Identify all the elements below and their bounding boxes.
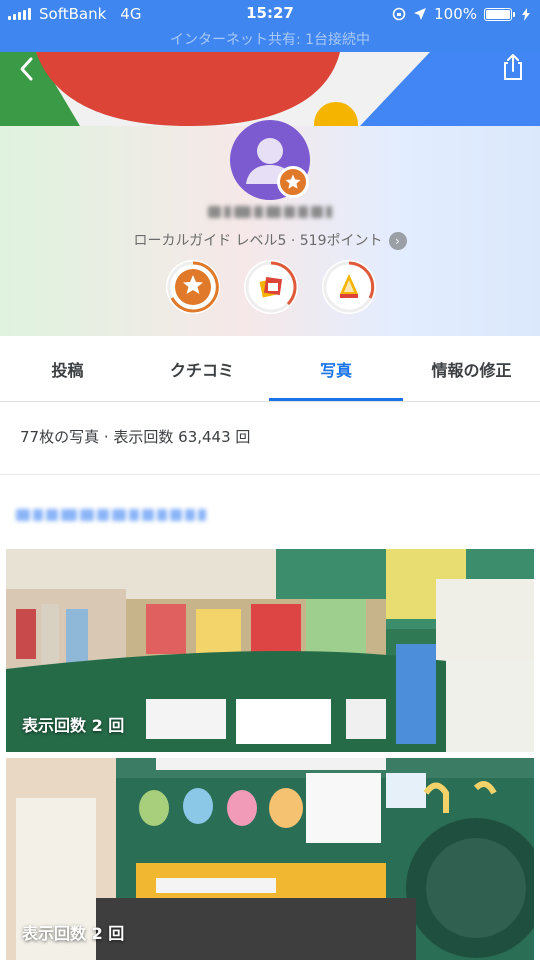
status-right: 100% (392, 5, 530, 23)
tab-posts[interactable]: 投稿 (0, 336, 135, 402)
local-guide-level[interactable]: ローカルガイド レベル5 · 519ポイント › (0, 230, 540, 250)
battery-icon (484, 7, 512, 21)
back-icon[interactable] (14, 56, 40, 82)
chevron-right-icon[interactable]: › (388, 232, 407, 250)
star-badge-icon (277, 166, 309, 198)
photo-card[interactable]: 表示回数 2 回 (6, 758, 534, 960)
profile-header: ローカルガイド レベル5 · 519ポイント › (0, 52, 540, 336)
photo-card[interactable]: 表示回数 2 回 (6, 549, 534, 752)
place-name-blurred[interactable] (16, 506, 206, 524)
tab-reviews[interactable]: クチコミ (135, 336, 269, 402)
photos-summary: 77枚の写真 · 表示回数 63,443 回 (20, 428, 251, 446)
hotspot-banner[interactable]: インターネット共有: 1台接続中 (0, 29, 540, 49)
badges-row (0, 260, 540, 314)
charging-icon (522, 7, 530, 21)
badge-points[interactable] (166, 260, 220, 314)
battery-tip (513, 11, 515, 17)
cover-banner (0, 52, 540, 126)
username-blurred (208, 202, 333, 222)
battery-percent: 100% (434, 5, 477, 23)
level-text: ローカルガイド レベル5 · 519ポイント (133, 233, 383, 249)
status-bar: SoftBank 4G 15:27 100% インターネット共有: 1台接続中 (0, 0, 540, 52)
badge-edits[interactable] (322, 260, 376, 314)
location-icon (414, 8, 427, 20)
tab-edits[interactable]: 情報の修正 (403, 336, 540, 402)
google-cover-art (0, 52, 540, 126)
photo-views: 表示回数 2 回 (22, 924, 125, 943)
photo-views: 表示回数 2 回 (22, 716, 125, 735)
divider (0, 474, 540, 475)
profile-tabs: 投稿 クチコミ 写真 情報の修正 (0, 336, 540, 402)
share-icon[interactable] (498, 52, 528, 82)
badge-photos[interactable] (244, 260, 298, 314)
rotation-lock-icon (392, 7, 406, 21)
tab-photos[interactable]: 写真 (269, 336, 403, 402)
active-tab-indicator (269, 398, 403, 401)
